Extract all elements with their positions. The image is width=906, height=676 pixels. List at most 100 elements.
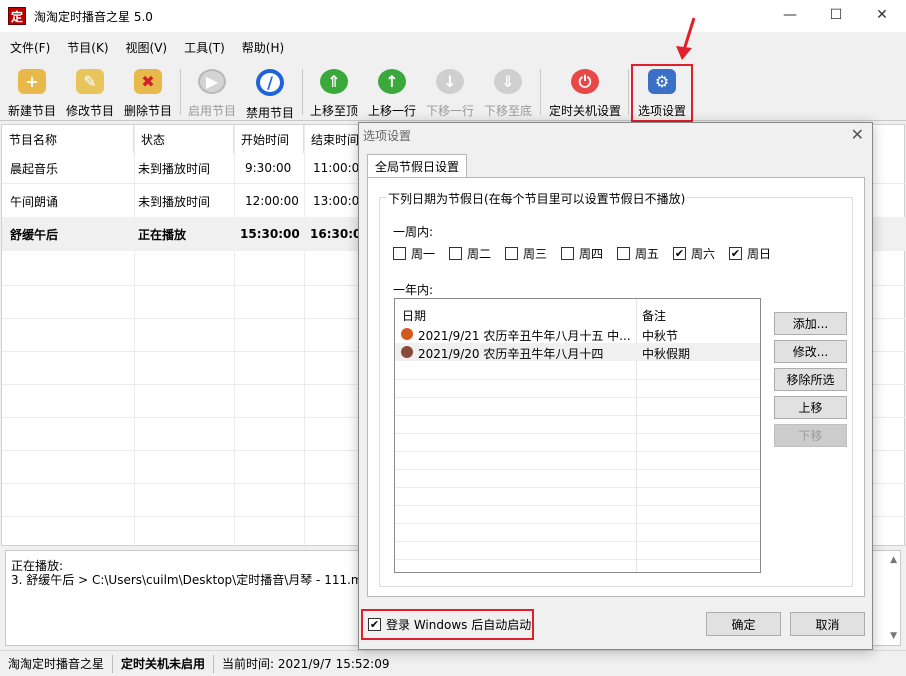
- enable-program-button[interactable]: ▶ 启用节目: [186, 67, 238, 119]
- title-bar: 定 淘淘定时播音之星 5.0 — ☐ ✕: [0, 0, 906, 32]
- checkbox-box: [561, 247, 574, 260]
- autostart-label: 登录 Windows 后自动启动: [386, 618, 532, 632]
- checkbox-sunday[interactable]: ✔ 周日: [729, 245, 771, 262]
- close-button[interactable]: ✕: [859, 0, 905, 30]
- dialog-title: 选项设置: [363, 129, 412, 143]
- menu-view[interactable]: 视图(V): [116, 39, 175, 56]
- edit-program-button[interactable]: ✎ 修改节目: [64, 67, 116, 119]
- grid-line: [395, 487, 760, 488]
- grid-line: [395, 505, 760, 506]
- red-arrow-annotation: [676, 17, 696, 60]
- add-holiday-button[interactable]: 添加...: [774, 312, 847, 335]
- year-label: 一年内:: [393, 283, 434, 297]
- minimize-button[interactable]: —: [767, 0, 813, 30]
- checkbox-box: [505, 247, 518, 260]
- move-top-icon: ⇑: [320, 69, 348, 94]
- checkmark-icon: ✔: [368, 618, 381, 631]
- holiday-icon: [401, 328, 413, 340]
- menu-file[interactable]: 文件(F): [0, 39, 57, 56]
- shutdown-settings-button[interactable]: ⏻ 定时关机设置: [546, 67, 624, 119]
- now-playing-path: 3. 舒缓午后 > C:\Users\cuilm\Desktop\定时播音\月琴…: [11, 573, 378, 587]
- new-program-button[interactable]: + 新建节目: [6, 67, 58, 119]
- autostart-checkbox[interactable]: ✔ 登录 Windows 后自动启动: [361, 609, 534, 640]
- power-icon: ⏻: [571, 69, 599, 94]
- move-bottom-icon: ⇓: [494, 69, 522, 94]
- options-dialog: 选项设置 ✕ 全局节假日设置 下列日期为节假日(在每个节目里可以设置节假日不播放…: [358, 122, 873, 650]
- holiday-icon: [401, 346, 413, 358]
- checkmark-icon: ✔: [729, 247, 742, 260]
- app-icon: 定: [8, 7, 26, 25]
- list-item[interactable]: 2021/9/20 农历辛丑牛年八月十四 中秋假期: [395, 343, 760, 361]
- checkbox-monday[interactable]: 周一: [393, 245, 435, 262]
- move-up-button[interactable]: ↑ 上移一行: [366, 67, 418, 119]
- grid-line: [395, 541, 760, 542]
- maximize-button[interactable]: ☐: [813, 0, 859, 30]
- status-shutdown: 定时关机未启用: [113, 654, 215, 673]
- checkbox-box: [393, 247, 406, 260]
- toolbar-separator: [540, 69, 541, 115]
- grid-line: [395, 469, 760, 470]
- checkbox-wednesday[interactable]: 周三: [505, 245, 547, 262]
- checkmark-icon: ✔: [673, 247, 686, 260]
- grid-line: [395, 451, 760, 452]
- toolbar-separator: [302, 69, 303, 115]
- tab-holiday-settings[interactable]: 全局节假日设置: [367, 154, 467, 178]
- holiday-list[interactable]: 日期 备注 2021/9/21 农历辛丑牛年八月十五 中... 中秋节 2021…: [394, 298, 761, 573]
- move-to-top-button[interactable]: ⇑ 上移至顶: [308, 67, 360, 119]
- column-header-date[interactable]: 日期: [402, 307, 426, 324]
- column-header-name[interactable]: 节目名称: [2, 125, 134, 153]
- checkbox-thursday[interactable]: 周四: [561, 245, 603, 262]
- toolbar-separator: [180, 69, 181, 115]
- toolbar-separator: [628, 69, 629, 115]
- delete-program-icon: ✖: [134, 69, 162, 94]
- grid-line: [395, 397, 760, 398]
- column-header-status[interactable]: 状态: [134, 125, 234, 153]
- menu-program[interactable]: 节目(K): [57, 39, 115, 56]
- prohibit-icon: /: [256, 69, 284, 96]
- ok-button[interactable]: 确定: [706, 612, 781, 636]
- move-down-holiday-button[interactable]: 下移: [774, 424, 847, 447]
- cancel-button[interactable]: 取消: [790, 612, 865, 636]
- toolbar: + 新建节目 ✎ 修改节目 ✖ 删除节目 ▶ 启用节目 / 禁用节目 ⇑ 上移至…: [0, 63, 906, 121]
- delete-program-button[interactable]: ✖ 删除节目: [122, 67, 174, 119]
- move-down-button[interactable]: ↓ 下移一行: [424, 67, 476, 119]
- status-time: 当前时间: 2021/9/7 15:52:09: [222, 657, 390, 671]
- week-label: 一周内:: [393, 225, 434, 239]
- grid-line: [395, 433, 760, 434]
- checkbox-box: [449, 247, 462, 260]
- menu-tools[interactable]: 工具(T): [174, 39, 232, 56]
- grid-line: [395, 415, 760, 416]
- checkbox-saturday[interactable]: ✔ 周六: [673, 245, 715, 262]
- options-highlight-annotation: [631, 64, 693, 122]
- arrow-up-icon: ↑: [378, 69, 406, 94]
- grid-line: [395, 523, 760, 524]
- list-item[interactable]: 2021/9/21 农历辛丑牛年八月十五 中... 中秋节: [395, 325, 760, 343]
- tab-panel: 下列日期为节假日(在每个节目里可以设置节假日不播放) 一周内: 周一 周二 周三…: [367, 177, 865, 597]
- scroll-up-icon[interactable]: ▲: [890, 555, 897, 565]
- status-bar: 淘淘定时播音之星 定时关机未启用 当前时间: 2021/9/7 15:52:09: [0, 650, 906, 676]
- move-to-bottom-button[interactable]: ⇓ 下移至底: [482, 67, 534, 119]
- disable-program-button[interactable]: / 禁用节目: [244, 67, 296, 120]
- checkbox-friday[interactable]: 周五: [617, 245, 659, 262]
- status-app-name: 淘淘定时播音之星: [0, 654, 114, 673]
- menu-help[interactable]: 帮助(H): [232, 39, 291, 56]
- arrow-down-icon: ↓: [436, 69, 464, 94]
- checkbox-box: [617, 247, 630, 260]
- move-up-holiday-button[interactable]: 上移: [774, 396, 847, 419]
- window-title: 淘淘定时播音之星 5.0: [34, 9, 153, 24]
- dialog-close-icon[interactable]: ✕: [851, 125, 864, 144]
- group-title: 下列日期为节假日(在每个节目里可以设置节假日不播放): [386, 190, 688, 207]
- new-program-icon: +: [18, 69, 46, 94]
- menu-bar: 文件(F) 节目(K) 视图(V) 工具(T) 帮助(H): [0, 35, 906, 59]
- grid-line: [395, 379, 760, 380]
- play-icon: ▶: [198, 69, 226, 94]
- grid-line: [395, 559, 760, 560]
- holiday-group: 下列日期为节假日(在每个节目里可以设置节假日不播放) 一周内: 周一 周二 周三…: [379, 190, 853, 587]
- edit-program-icon: ✎: [76, 69, 104, 94]
- scroll-down-icon[interactable]: ▼: [890, 631, 897, 641]
- checkbox-tuesday[interactable]: 周二: [449, 245, 491, 262]
- column-header-start[interactable]: 开始时间: [234, 125, 304, 153]
- column-header-note[interactable]: 备注: [642, 307, 666, 324]
- remove-selected-button[interactable]: 移除所选: [774, 368, 847, 391]
- edit-holiday-button[interactable]: 修改...: [774, 340, 847, 363]
